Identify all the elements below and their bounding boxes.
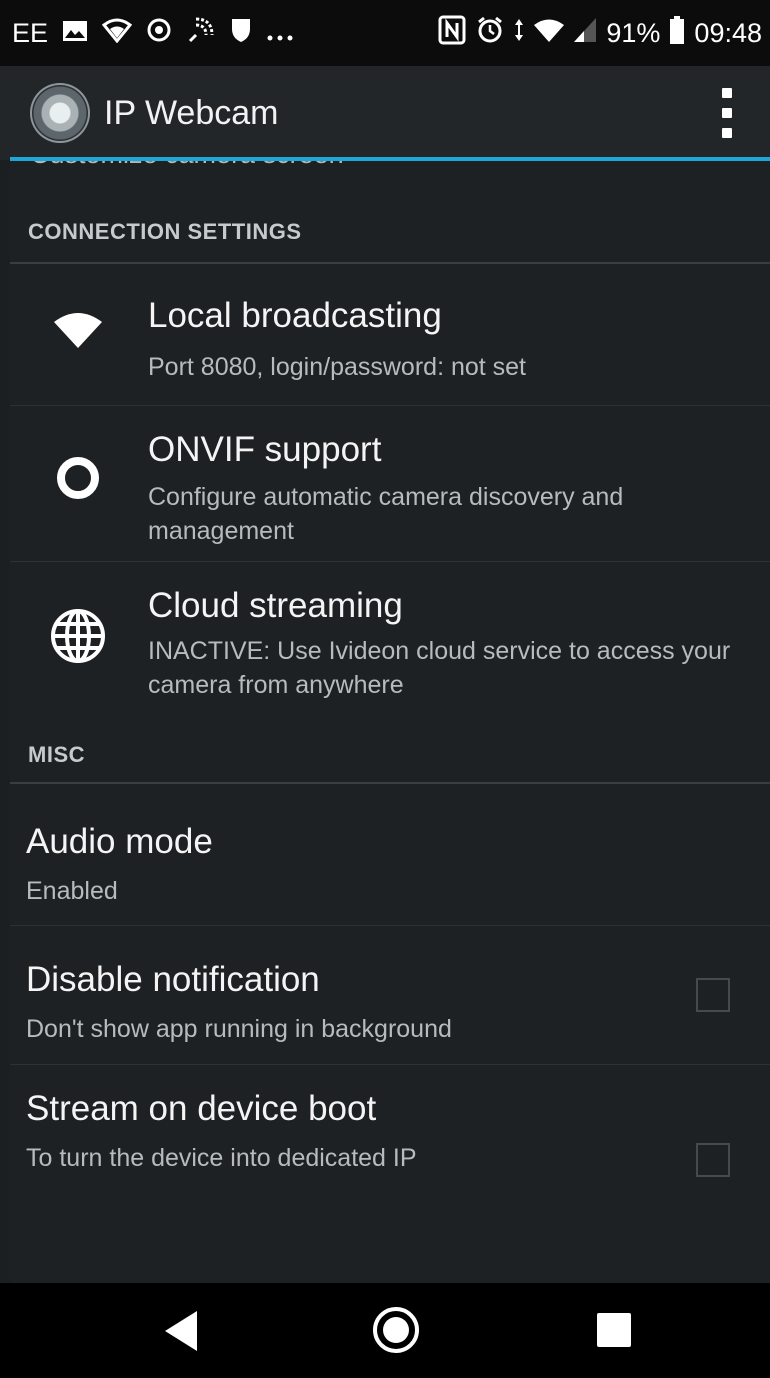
wifi-outline-icon bbox=[101, 17, 133, 50]
carrier-label: EE bbox=[12, 17, 49, 48]
setting-subtitle: Enabled bbox=[26, 877, 118, 905]
wifi-icon bbox=[48, 300, 108, 360]
app-title: IP Webcam bbox=[104, 93, 279, 132]
setting-cloud-streaming[interactable]: Cloud streaming INACTIVE: Use Ivideon cl… bbox=[10, 562, 770, 722]
setting-title: Stream on device boot bbox=[26, 1089, 377, 1128]
setting-title: ONVIF support bbox=[148, 430, 382, 469]
partial-list-item[interactable]: Customize camera screen bbox=[30, 161, 344, 170]
disable-notification-checkbox[interactable] bbox=[696, 978, 730, 1012]
setting-subtitle: Port 8080, login/password: not set bbox=[148, 353, 527, 381]
section-header-connection: CONNECTION SETTINGS bbox=[28, 219, 302, 244]
navigation-bar bbox=[0, 1283, 770, 1378]
nfc-signal-icon bbox=[186, 15, 216, 52]
home-icon[interactable] bbox=[373, 1307, 419, 1353]
section-header-misc: MISC bbox=[28, 742, 85, 767]
battery-percent: 91% bbox=[606, 17, 661, 48]
setting-stream-on-boot[interactable]: Stream on device boot To turn the device… bbox=[10, 1065, 770, 1215]
wifi-icon bbox=[534, 18, 565, 49]
clock: 09:48 bbox=[694, 17, 762, 48]
setting-title: Disable notification bbox=[26, 960, 320, 999]
setting-subtitle: Configure automatic camera discovery and… bbox=[148, 483, 624, 545]
overflow-menu-icon[interactable] bbox=[722, 88, 732, 138]
setting-title: Audio mode bbox=[26, 822, 213, 861]
setting-subtitle: Don't show app running in background bbox=[26, 1015, 452, 1043]
globe-icon bbox=[48, 606, 108, 666]
shield-icon bbox=[230, 17, 252, 50]
alarm-icon bbox=[476, 16, 504, 51]
setting-subtitle: INACTIVE: Use Ivideon cloud service to a… bbox=[148, 637, 731, 699]
phone-screen: EE 91% 09:48 IP Webcam CONNECTION SETTIN… bbox=[0, 0, 770, 1378]
webcam-lens-icon bbox=[30, 83, 90, 143]
battery-icon bbox=[670, 15, 685, 51]
app-bar: IP Webcam bbox=[0, 66, 770, 160]
signal-icon bbox=[574, 17, 597, 49]
recents-icon[interactable] bbox=[597, 1313, 631, 1347]
setting-audio-mode[interactable]: Audio mode Enabled bbox=[10, 784, 770, 925]
setting-title: Local broadcasting bbox=[148, 296, 442, 335]
setting-local-broadcasting[interactable]: Local broadcasting Port 8080, login/pass… bbox=[10, 264, 770, 405]
image-icon bbox=[62, 18, 88, 49]
back-icon[interactable] bbox=[165, 1311, 197, 1351]
setting-onvif-support[interactable]: ONVIF support Configure automatic camera… bbox=[10, 406, 770, 561]
ring-icon bbox=[48, 448, 108, 508]
setting-disable-notification[interactable]: Disable notification Don't show app runn… bbox=[10, 926, 770, 1064]
vpn-icon bbox=[146, 17, 172, 50]
status-bar: EE 91% 09:48 bbox=[0, 0, 770, 66]
nfc-icon bbox=[438, 15, 466, 52]
settings-list[interactable]: Customize camera screen CONNECTION SETTI… bbox=[10, 161, 770, 1283]
more-icon bbox=[266, 18, 294, 49]
stream-on-boot-checkbox[interactable] bbox=[696, 1143, 730, 1177]
setting-subtitle: To turn the device into dedicated IP bbox=[26, 1144, 417, 1172]
data-arrows-icon bbox=[514, 18, 524, 49]
setting-title: Cloud streaming bbox=[148, 586, 403, 625]
